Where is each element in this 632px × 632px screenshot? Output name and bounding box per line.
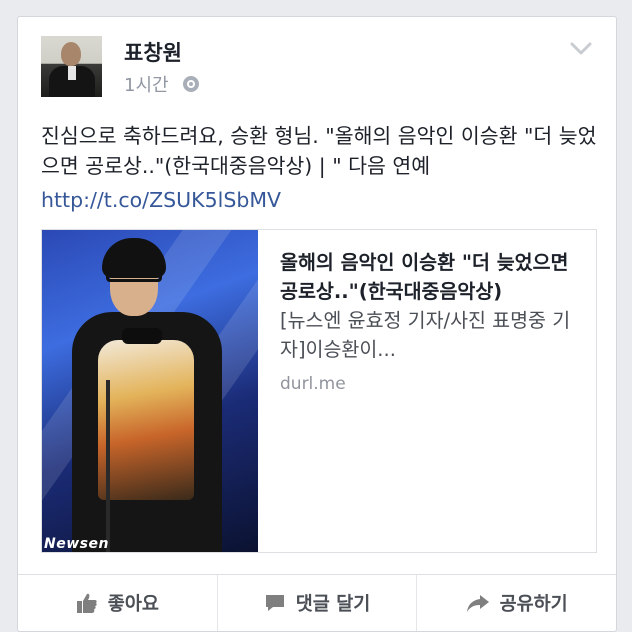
- link-info: 올해의 음악인 이승환 "더 늦었으면 공로상.."(한국대중음악상) [뉴스엔…: [280, 248, 580, 394]
- comment-button[interactable]: 댓글 달기: [218, 575, 418, 631]
- link-thumbnail[interactable]: Newsen: [42, 230, 258, 552]
- post-card: 표창원 1시간 진심으로 축하드려요, 승환 형님. "올해의 음악인 이승환 …: [17, 16, 617, 632]
- thumbnail-pattern: [98, 340, 194, 500]
- thumbnail-mic-stand: [106, 380, 110, 552]
- chevron-down-icon[interactable]: [570, 41, 592, 57]
- like-label: 좋아요: [107, 594, 159, 615]
- post-text: 진심으로 축하드려요, 승환 형님. "올해의 음악인 이승환 "더 늦었으면 …: [41, 124, 597, 178]
- avatar-shirt: [68, 66, 76, 80]
- action-bar: 좋아요 댓글 달기 공유하기: [18, 574, 616, 631]
- thumbnail-glasses: [106, 270, 162, 282]
- author-name[interactable]: 표창원: [124, 37, 182, 67]
- post-meta: 1시간: [124, 71, 199, 97]
- thumbnail-watermark: Newsen: [44, 536, 109, 552]
- link-title[interactable]: 올해의 음악인 이승환 "더 늦었으면 공로상.."(한국대중음악상): [280, 248, 580, 306]
- avatar[interactable]: [41, 36, 102, 97]
- share-label: 공유하기: [499, 594, 568, 615]
- link-description: [뉴스엔 윤효정 기자/사진 표명중 기자]이승환이...: [280, 309, 571, 361]
- share-button[interactable]: 공유하기: [417, 575, 616, 631]
- avatar-head: [61, 42, 81, 66]
- link-preview-card[interactable]: Newsen 올해의 음악인 이승환 "더 늦었으면 공로상.."(한국대중음악…: [41, 229, 597, 553]
- comment-label: 댓글 달기: [295, 594, 371, 615]
- globe-icon: [182, 76, 199, 92]
- comment-icon: [264, 593, 286, 613]
- share-icon: [466, 593, 490, 613]
- link-domain: durl.me: [280, 374, 346, 394]
- thumbnail-bowtie: [122, 328, 162, 344]
- post-timestamp[interactable]: 1시간: [124, 71, 169, 97]
- post-link[interactable]: http://t.co/ZSUK5lSbMV: [41, 185, 281, 215]
- thumbs-up-icon: [76, 592, 98, 614]
- like-button[interactable]: 좋아요: [18, 575, 218, 631]
